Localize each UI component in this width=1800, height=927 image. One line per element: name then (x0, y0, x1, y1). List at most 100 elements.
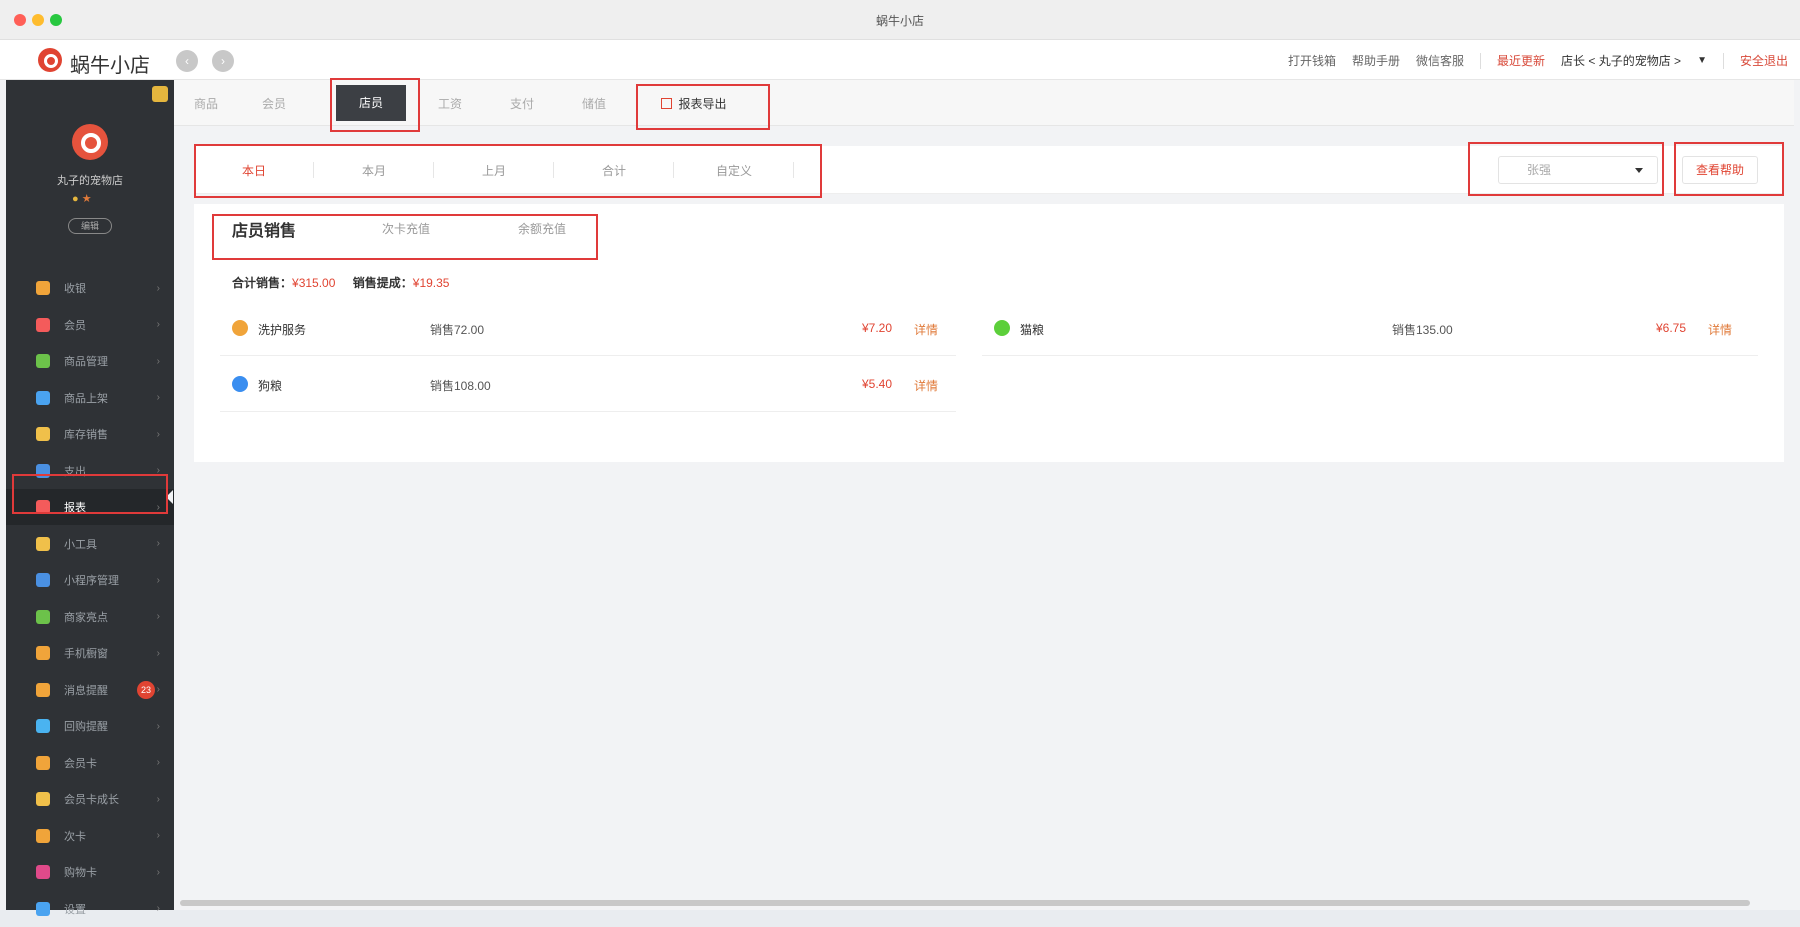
sidebar-item[interactable]: 消息提醒 › 23 (6, 672, 174, 708)
expense-icon (36, 463, 50, 478)
chevron-right-icon: › (156, 319, 160, 330)
sidebar-item-label: 回购提醒 (64, 721, 108, 733)
sidebar-item-label: 商品管理 (64, 356, 108, 368)
chevron-right-icon: › (156, 793, 160, 805)
chevron-right-icon: › (156, 684, 160, 695)
tab-salary[interactable]: 工资 (430, 92, 470, 116)
app-window: 蜗牛小店 蜗牛小店 ‹ › 打开钱箱 帮助手册 微信客服 最近更新 店长 < 丸… (0, 0, 1800, 916)
report-content: 店员销售 次卡充值 余额充值 合计销售：¥315.00 销售提成：¥19.35 … (194, 204, 1784, 462)
subtab-timecard-recharge[interactable]: 次卡充值 (382, 220, 430, 237)
settings-icon (36, 901, 50, 916)
timecard-icon (36, 828, 50, 843)
sidebar-item[interactable]: 小程序管理 › (6, 562, 174, 598)
miniapp-icon (36, 573, 50, 587)
category-dot (994, 320, 1010, 336)
chevron-right-icon: › (156, 574, 160, 586)
chevron-right-icon: › (156, 428, 160, 440)
tab-goods[interactable]: 商品 (186, 92, 226, 116)
message-icon (36, 682, 50, 697)
sidebar-item[interactable]: 会员卡成长 › (6, 781, 174, 817)
sidebar-item[interactable]: 会员卡 › (6, 745, 174, 781)
view-help-button[interactable]: 查看帮助 (1682, 156, 1758, 184)
wechat-service-link[interactable]: 微信客服 (1416, 52, 1464, 69)
subtab-balance-recharge[interactable]: 余额充值 (518, 220, 566, 237)
open-cash-drawer-link[interactable]: 打开钱箱 (1288, 52, 1336, 69)
sidebar-item-label: 次卡 (64, 830, 86, 843)
card-icon (36, 755, 50, 770)
export-report-button[interactable]: 报表导出 (644, 91, 744, 117)
chevron-down-icon (1635, 168, 1643, 173)
total-sales-value: ¥315.00 (292, 276, 336, 290)
period-today[interactable]: 本日 (194, 162, 314, 179)
detail-link[interactable]: 详情 (1708, 321, 1732, 338)
divider (1480, 52, 1482, 69)
sidebar-item-label: 会员 (64, 319, 86, 332)
staff-select[interactable]: 张强 (1498, 156, 1658, 184)
caret-down-icon[interactable]: ▼ (1697, 55, 1707, 66)
forward-icon[interactable]: › (212, 50, 234, 72)
highlight-icon (36, 609, 50, 624)
window-title: 蜗牛小店 (875, 14, 924, 28)
tab-stored-value[interactable]: 储值 (574, 92, 614, 116)
report-tabs: 商品 会员 店员 工资 支付 储值 报表导出 (174, 80, 1794, 126)
category-dot (232, 320, 248, 336)
unread-badge: 23 (137, 680, 155, 699)
sidebar-item-label: 收银 (64, 283, 86, 295)
logout-link[interactable]: 安全退出 (1740, 52, 1788, 69)
period-last-month[interactable]: 上月 (434, 162, 554, 179)
list-item: 洗护服务 销售72.00 ¥7.20 详情 (220, 300, 956, 356)
period-this-month[interactable]: 本月 (314, 162, 434, 179)
sidebar-item-label: 会员卡成长 (64, 794, 119, 806)
sidebar-item[interactable]: 报表 › (6, 489, 174, 525)
goods-icon (36, 354, 50, 368)
tools-icon (36, 536, 50, 551)
period-custom[interactable]: 自定义 (674, 162, 794, 179)
detail-link[interactable]: 详情 (914, 321, 938, 338)
growth-icon (36, 792, 50, 806)
sidebar-item[interactable]: 购物卡 › (6, 854, 174, 890)
sidebar-item[interactable]: 小工具 › (6, 526, 174, 562)
category-dot (232, 376, 248, 392)
header-links: 打开钱箱 帮助手册 微信客服 最近更新 店长 < 丸子的宠物店 > ▼ 安全退出 (1288, 52, 1788, 69)
chevron-right-icon: › (156, 647, 160, 659)
subtab-staff-sales[interactable]: 店员销售 (232, 217, 296, 241)
recent-update-link[interactable]: 最近更新 (1497, 52, 1545, 69)
sidebar-item-label: 支出 (64, 465, 86, 478)
chevron-right-icon: › (156, 501, 160, 513)
sidebar-item-label: 设置 (64, 903, 86, 916)
sidebar-item[interactable]: 商品上架 › (6, 380, 174, 416)
back-icon[interactable]: ‹ (176, 50, 198, 72)
sidebar-item[interactable]: 商家亮点 › (6, 599, 174, 635)
store-selector[interactable]: 店长 < 丸子的宠物店 > (1561, 52, 1681, 69)
store-name[interactable]: 丸子的宠物店 (6, 172, 174, 188)
horizontal-scrollbar[interactable] (180, 900, 1750, 906)
edit-store-button[interactable]: 编辑 (68, 218, 112, 234)
sidebar: 丸子的宠物店 ● ★ 编辑 收银 › 会员 › 商品管理 › 商品上架 › 库存销售 › 支出 › 报表… (6, 80, 174, 916)
brand-name: 蜗牛小店 (70, 55, 150, 77)
sidebar-item-label: 购物卡 (64, 867, 97, 879)
chevron-right-icon: › (156, 611, 160, 622)
sidebar-item[interactable]: 会员 › (6, 307, 174, 343)
repurchase-icon (36, 719, 50, 733)
shelf-icon (36, 390, 50, 405)
cashier-icon (36, 281, 50, 295)
sidebar-item[interactable]: 次卡 › (6, 818, 174, 854)
sidebar-item[interactable]: 手机橱窗 › (6, 635, 174, 671)
sidebar-item[interactable]: 收银 › (6, 270, 174, 306)
notification-icon[interactable] (152, 86, 168, 102)
sidebar-item[interactable]: 回购提醒 › (6, 708, 174, 744)
tab-staff[interactable]: 店员 (336, 85, 406, 121)
list-item: 狗粮 销售108.00 ¥5.40 详情 (220, 356, 956, 412)
sidebar-item[interactable]: 设置 › (6, 891, 174, 927)
chevron-right-icon: › (156, 355, 160, 367)
period-total[interactable]: 合计 (554, 162, 674, 179)
sidebar-item[interactable]: 支出 › (6, 453, 174, 489)
tab-payment[interactable]: 支付 (502, 92, 542, 116)
chevron-right-icon: › (156, 720, 160, 732)
sidebar-item[interactable]: 商品管理 › (6, 343, 174, 379)
tab-member[interactable]: 会员 (254, 92, 294, 116)
help-manual-link[interactable]: 帮助手册 (1352, 52, 1400, 69)
sidebar-item[interactable]: 库存销售 › (6, 416, 174, 452)
detail-link[interactable]: 详情 (914, 377, 938, 394)
level-icons: ● ★ (72, 193, 92, 205)
